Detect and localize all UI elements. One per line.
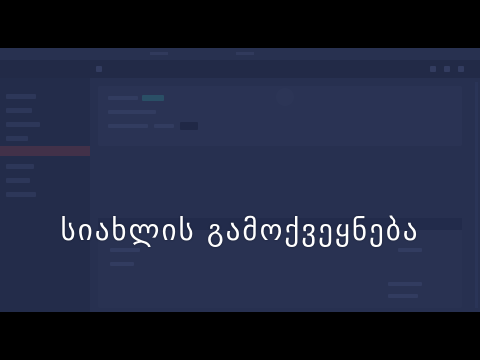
admin-content: [90, 78, 480, 312]
sidebar-item-active: [0, 146, 90, 156]
sidebar-item: [6, 122, 40, 127]
admin-sidebar: [0, 78, 90, 312]
scrollbar: [475, 82, 478, 308]
sidebar-item: [6, 164, 34, 169]
background-admin-ui: [0, 48, 480, 312]
sidebar-item: [6, 178, 30, 183]
sidebar-item: [6, 192, 36, 197]
submit-button: [180, 122, 198, 130]
settings-icon: [444, 66, 450, 72]
menu-icon: [96, 66, 102, 72]
video-frame: სიახლის გამოქვეყნება: [0, 48, 480, 312]
accent-button: [142, 95, 164, 101]
avatar: [276, 88, 294, 106]
notification-icon: [430, 66, 436, 72]
sidebar-item: [6, 136, 28, 141]
sidebar-item: [6, 108, 32, 113]
title-overlay-text: სიახლის გამოქვეყნება: [60, 213, 420, 247]
admin-topbar: [0, 60, 480, 78]
sidebar-item: [6, 94, 36, 99]
user-icon: [458, 66, 464, 72]
browser-tab-bar: [0, 48, 480, 60]
